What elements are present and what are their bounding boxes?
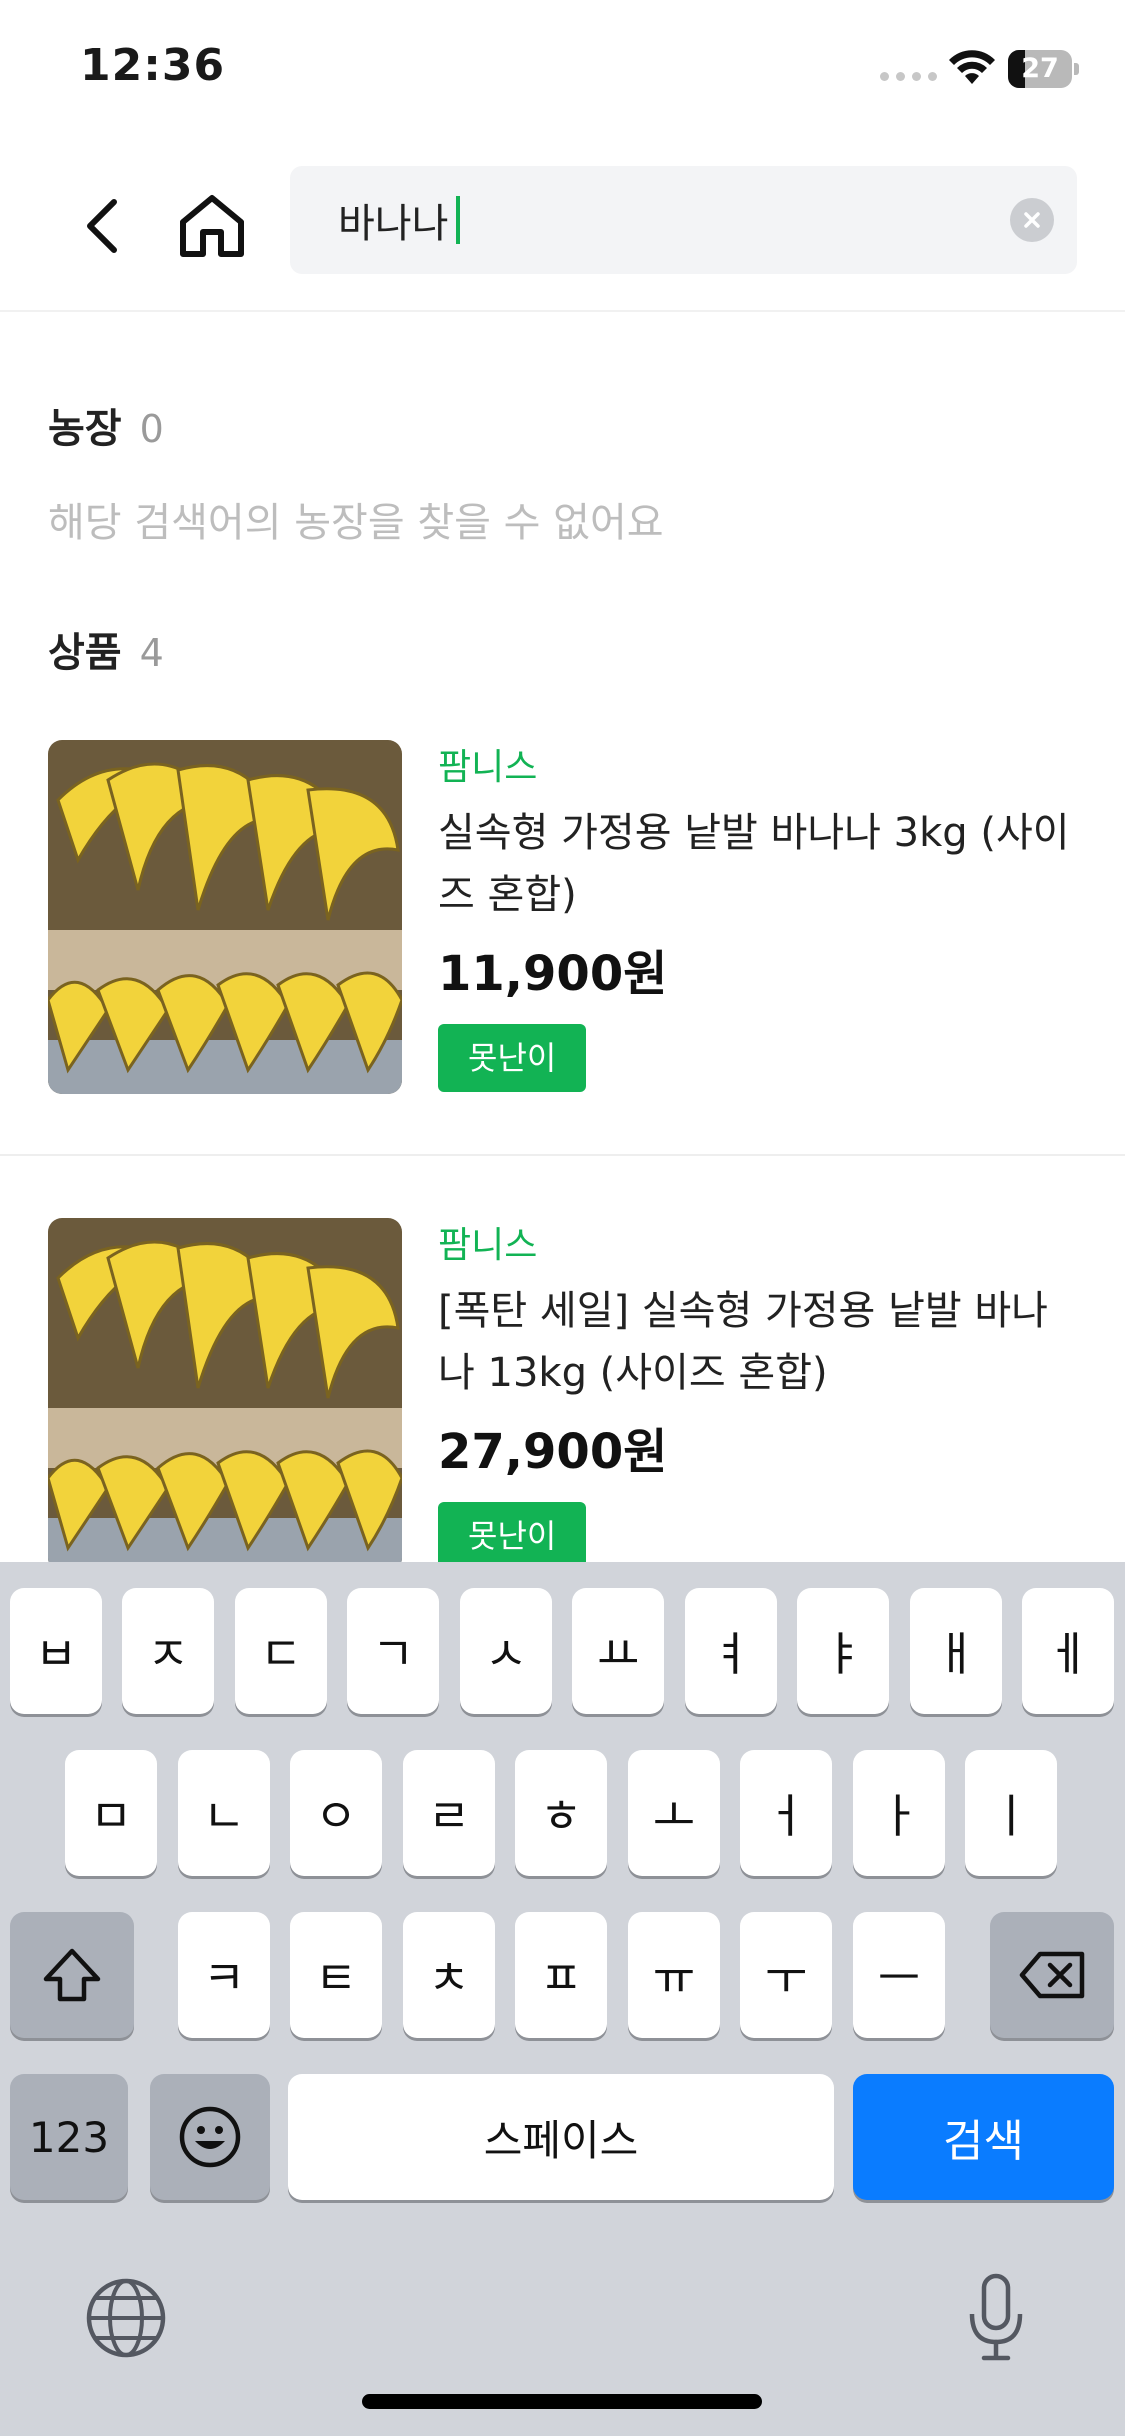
product-card[interactable]: 팜니스 실속형 가정용 낱발 바나나 3kg (사이즈 혼합) 11,900원 … [0,740,1125,1220]
search-input[interactable] [338,186,978,254]
battery-icon: 27 [1008,50,1079,88]
key-eo[interactable]: ㅓ [740,1750,832,1876]
numbers-key[interactable]: 123 [10,2074,128,2200]
clear-search-button[interactable] [1010,198,1054,242]
key-nieun[interactable]: ㄴ [178,1750,270,1876]
search-header [0,140,1125,312]
globe-icon[interactable] [84,2276,168,2360]
back-arrow-icon [87,199,117,253]
status-time: 12:36 [80,40,226,91]
key-digeut[interactable]: ㄷ [235,1588,327,1714]
key-rieul[interactable]: ㄹ [403,1750,495,1876]
key-giyeok[interactable]: ㄱ [347,1588,439,1714]
product-farm-name: 팜니스 [438,747,538,788]
microphone-icon[interactable] [966,2270,1026,2366]
products-count: 4 [139,631,164,675]
search-key[interactable]: 검색 [853,2074,1114,2200]
key-eu[interactable]: ㅡ [853,1912,945,2038]
clear-icon [1024,212,1040,228]
home-button[interactable] [170,184,254,268]
shift-icon [43,1948,101,2002]
back-button[interactable] [64,188,140,264]
key-mieum[interactable]: ㅁ [65,1750,157,1876]
product-image[interactable] [48,740,402,1094]
key-jieut[interactable]: ㅈ [122,1588,214,1714]
products-section-header: 상품 4 [48,620,164,678]
products-title: 상품 [48,630,122,676]
emoji-key[interactable] [150,2074,270,2200]
product-name: [폭탄 세일] 실속형 가정용 낱발 바나나 13kg (사이즈 혼합) [438,1288,1048,1396]
key-ya[interactable]: ㅑ [797,1588,889,1714]
product-price: 11,900원 [438,946,668,1002]
space-key[interactable]: 스페이스 [288,2074,834,2200]
farms-section-header: 농장 0 [48,396,164,454]
key-u[interactable]: ㅜ [740,1912,832,2038]
key-yo[interactable]: ㅛ [572,1588,664,1714]
key-o[interactable]: ㅗ [628,1750,720,1876]
key-pieup[interactable]: ㅍ [515,1912,607,2038]
keyboard: ㅂ ㅈ ㄷ ㄱ ㅅ ㅛ ㅕ ㅑ ㅐ ㅔ ㅁ ㄴ ㅇ ㄹ ㅎ ㅗ ㅓ ㅏ ㅣ ㅋ … [0,1562,1125,2436]
farms-title: 농장 [48,406,122,452]
search-box[interactable] [290,166,1077,274]
key-e[interactable]: ㅔ [1022,1588,1114,1714]
battery-level: 27 [1021,53,1059,84]
emoji-icon [179,2106,241,2168]
key-chieut[interactable]: ㅊ [403,1912,495,2038]
product-tag: 못난이 [438,1024,587,1092]
shift-key[interactable] [10,1912,134,2038]
key-ieung[interactable]: ㅇ [290,1750,382,1876]
product-farm-name: 팜니스 [438,1225,538,1266]
product-price: 27,900원 [438,1424,668,1480]
key-kieuk[interactable]: ㅋ [178,1912,270,2038]
product-name: 실속형 가정용 낱발 바나나 3kg (사이즈 혼합) [438,810,1070,918]
key-i[interactable]: ㅣ [965,1750,1057,1876]
product-image[interactable] [48,1218,402,1572]
key-ae[interactable]: ㅐ [910,1588,1002,1714]
wifi-icon [949,50,995,84]
delete-key[interactable] [990,1912,1114,2038]
cellular-signal-icon [880,72,937,81]
key-bieup[interactable]: ㅂ [10,1588,102,1714]
key-a[interactable]: ㅏ [853,1750,945,1876]
farms-empty-message: 해당 검색어의 농장을 찾을 수 없어요 [48,500,664,546]
key-yeo[interactable]: ㅕ [685,1588,777,1714]
divider [0,1154,1125,1156]
key-siot[interactable]: ㅅ [460,1588,552,1714]
key-hieut[interactable]: ㅎ [515,1750,607,1876]
text-cursor [456,196,460,244]
key-yu[interactable]: ㅠ [628,1912,720,2038]
farms-count: 0 [139,407,164,451]
key-tieut[interactable]: ㅌ [290,1912,382,2038]
status-bar: 12:36 27 [0,0,1125,140]
home-icon [180,195,244,257]
home-indicator[interactable] [362,2394,762,2409]
product-tag: 못난이 [438,1502,587,1570]
delete-icon [1019,1951,1085,1999]
